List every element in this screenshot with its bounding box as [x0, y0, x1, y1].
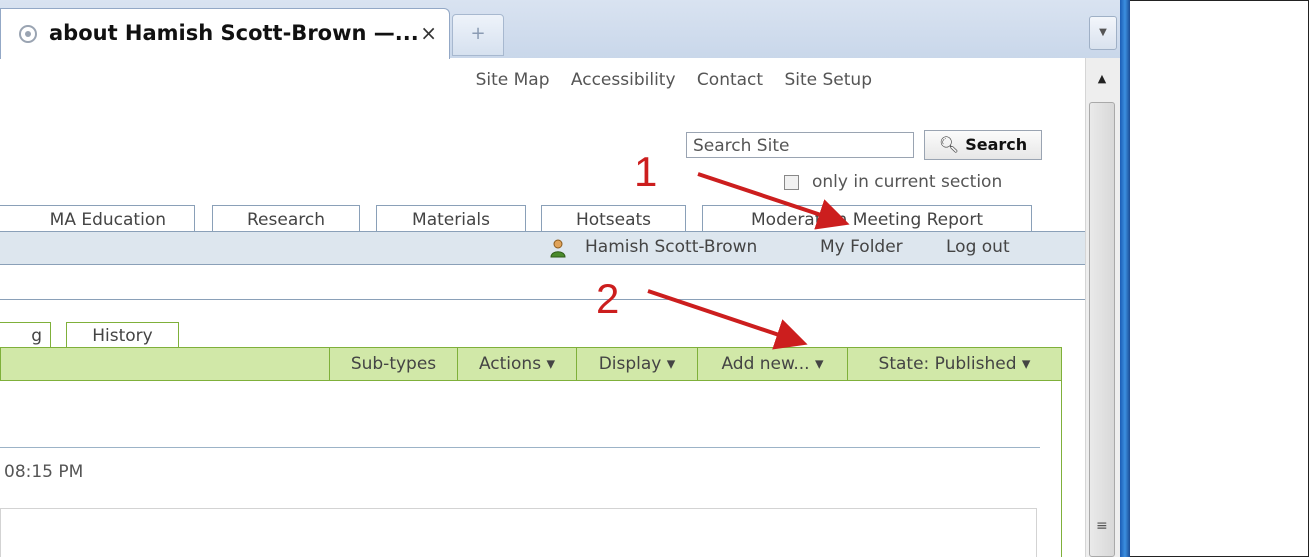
browser-window: about Hamish Scott-Brown —... × + ▼ Site… [0, 0, 1120, 557]
logout-link[interactable]: Log out [946, 237, 1010, 257]
contact-link[interactable]: Contact [697, 70, 763, 90]
browser-tab[interactable]: about Hamish Scott-Brown —... × [0, 8, 450, 59]
window-border [1120, 0, 1130, 557]
user-name-link[interactable]: Hamish Scott-Brown [585, 237, 757, 257]
scrollbar-thumb[interactable] [1089, 102, 1115, 557]
document-divider [0, 447, 1040, 448]
current-section-checkbox[interactable] [784, 175, 799, 190]
search-button[interactable]: 🔍︎ Search [924, 130, 1042, 160]
content-tab-partial[interactable]: g [0, 322, 51, 349]
page-loading-icon [19, 25, 37, 43]
document-panel [0, 508, 1037, 557]
modified-timestamp: 08:15 PM [4, 462, 84, 482]
new-tab-button[interactable]: + [452, 14, 504, 56]
tab-title: about Hamish Scott-Brown —... [49, 21, 419, 45]
content-tab-history[interactable]: History [66, 322, 179, 349]
nav-tab-moderation-meeting-report[interactable]: Moderation Meeting Report [702, 205, 1032, 233]
accessibility-link[interactable]: Accessibility [571, 70, 676, 90]
scroll-up-arrow-icon[interactable]: ▲ [1089, 66, 1115, 92]
actions-menu[interactable]: Actions ▾ [457, 348, 576, 380]
nav-tab-research[interactable]: Research [212, 205, 360, 233]
display-menu[interactable]: Display ▾ [576, 348, 697, 380]
tab-list-dropdown-icon[interactable]: ▼ [1089, 16, 1117, 50]
user-icon [550, 239, 566, 258]
site-actions: Site Map Accessibility Contact Site Setu… [460, 70, 872, 90]
current-section-label: only in current section [812, 172, 1003, 192]
divider [0, 299, 1085, 300]
annotation-number-2: 2 [596, 275, 620, 322]
annotation-number-1: 1 [634, 148, 658, 195]
state-menu[interactable]: State: Published ▾ [847, 348, 1061, 380]
close-tab-icon[interactable]: × [420, 21, 437, 45]
nav-tab-materials[interactable]: Materials [376, 205, 526, 233]
site-setup-link[interactable]: Site Setup [784, 70, 872, 90]
scroll-grip-icon: ≡ [1096, 518, 1108, 534]
site-map-link[interactable]: Site Map [476, 70, 550, 90]
sub-types-menu[interactable]: Sub-types [329, 348, 457, 380]
nav-tab-ma-education[interactable]: MA Education [0, 205, 195, 233]
search-button-label: Search [965, 135, 1028, 154]
search-input[interactable]: Search Site [686, 132, 914, 158]
nav-tab-hotseats[interactable]: Hotseats [541, 205, 686, 233]
magnifier-icon: 🔍︎ [938, 135, 960, 154]
add-new-menu[interactable]: Add new... ▾ [697, 348, 847, 380]
my-folder-link[interactable]: My Folder [820, 237, 903, 257]
personal-bar [0, 231, 1085, 265]
